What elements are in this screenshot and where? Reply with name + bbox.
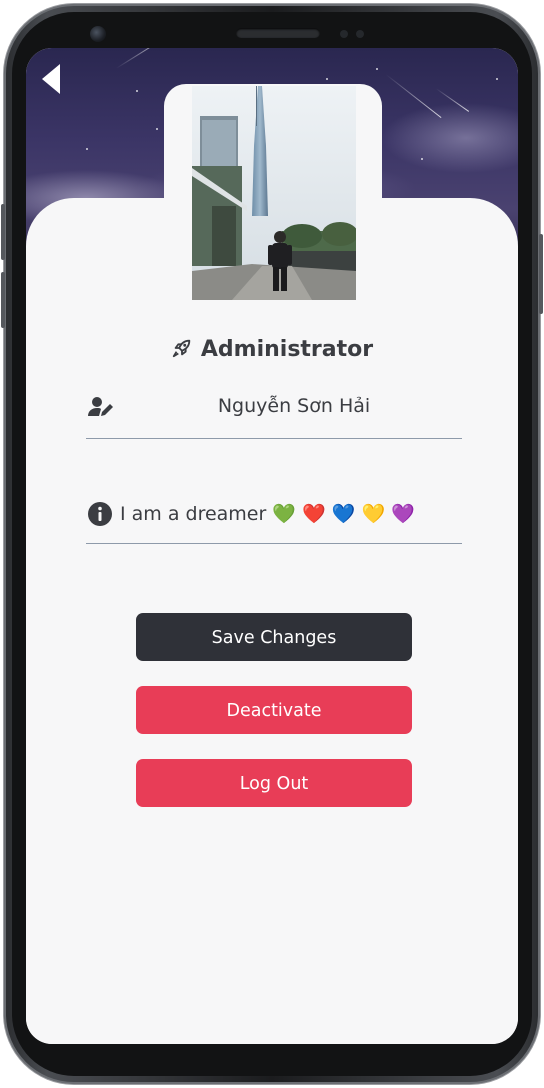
log-out-button[interactable]: Log Out bbox=[136, 759, 412, 807]
proximity-sensor bbox=[340, 30, 348, 38]
role-heading: Administrator bbox=[26, 337, 518, 362]
profile-photo[interactable] bbox=[192, 86, 356, 300]
back-arrow-icon bbox=[42, 64, 60, 94]
earpiece-speaker bbox=[236, 28, 320, 38]
bio-input[interactable]: I am a dreamer 💚 ❤️ 💙 💛 💜 bbox=[120, 502, 462, 525]
profile-photo-image bbox=[192, 86, 356, 300]
proximity-sensor bbox=[356, 30, 364, 38]
rocket-icon bbox=[172, 339, 191, 358]
name-field bbox=[86, 386, 462, 439]
app-screen: Administrator I am a dreamer 💚 ❤️ 💙 💛 💜 … bbox=[26, 48, 518, 1044]
info-circle-icon bbox=[88, 502, 112, 526]
volume-button bbox=[1, 272, 5, 328]
user-edit-icon bbox=[88, 397, 113, 416]
front-camera bbox=[90, 26, 106, 42]
deactivate-button[interactable]: Deactivate bbox=[136, 686, 412, 734]
power-button bbox=[539, 234, 543, 314]
volume-button bbox=[1, 204, 5, 260]
name-input[interactable] bbox=[126, 394, 462, 418]
save-changes-button[interactable]: Save Changes bbox=[136, 613, 412, 661]
role-label: Administrator bbox=[200, 337, 374, 362]
bio-field: I am a dreamer 💚 ❤️ 💙 💛 💜 bbox=[86, 488, 462, 544]
back-button[interactable] bbox=[38, 62, 64, 96]
